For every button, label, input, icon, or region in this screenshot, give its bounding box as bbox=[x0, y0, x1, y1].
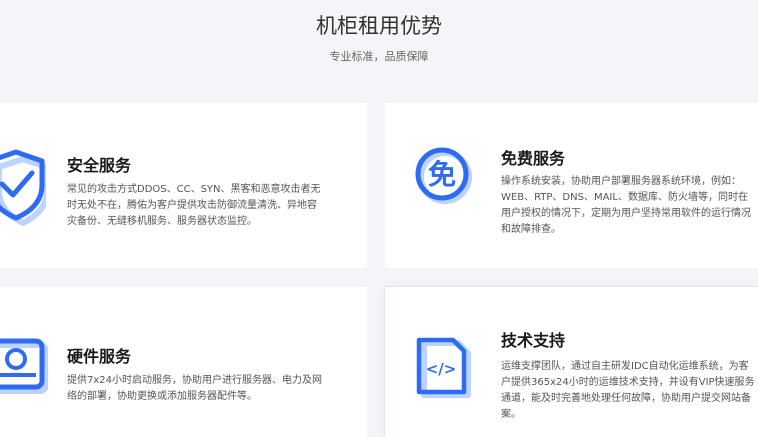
card-technical-support[interactable]: </> 技术支持 运维支撑团队，通过自主研发IDC自动化运维系统，为客户提供36… bbox=[385, 287, 758, 437]
card-description: 运维支撑团队，通过自主研发IDC自动化运维系统，为客户提供365x24小时的运维… bbox=[501, 361, 755, 420]
section-subtitle: 专业标准，品质保障 bbox=[329, 50, 429, 63]
shield-check-icon bbox=[0, 149, 46, 227]
section-title: 机柜租用优势 bbox=[316, 14, 442, 38]
card-title: 技术支持 bbox=[501, 331, 566, 350]
code-glyph: </> bbox=[426, 360, 457, 378]
free-badge-char: 免 bbox=[428, 158, 456, 191]
card-title: 免费服务 bbox=[501, 149, 566, 168]
card-description: 提供7x24小时启动服务，协助用户进行服务器、电力及网络的部署，协助更换或添加服… bbox=[67, 375, 323, 402]
card-description: 常见的攻击方式DDOS、CC、SYN、黑客和恶意攻击者无时无处不在，腾佑为客户提… bbox=[67, 184, 321, 227]
card-hardware-service[interactable]: 硬件服务 提供7x24小时启动服务，协助用户进行服务器、电力及网络的部署，协助更… bbox=[0, 287, 367, 437]
card-security-service[interactable]: 安全服务 常见的攻击方式DDOS、CC、SYN、黑客和恶意攻击者无时无处不在，腾… bbox=[0, 103, 367, 268]
card-free-service[interactable]: 免 免费服务 操作系统安装，协助用户部署服务器系统环境，例如：WEB、RTP、D… bbox=[385, 103, 758, 268]
free-badge-icon: 免 bbox=[415, 147, 472, 204]
code-document-icon: </> bbox=[416, 337, 471, 398]
card-title: 安全服务 bbox=[67, 156, 132, 175]
card-title: 硬件服务 bbox=[67, 347, 132, 366]
card-description: 操作系统安装，协助用户部署服务器系统环境，例如：WEB、RTP、DNS、MAIL… bbox=[501, 176, 751, 235]
hard-drive-icon bbox=[0, 338, 48, 394]
